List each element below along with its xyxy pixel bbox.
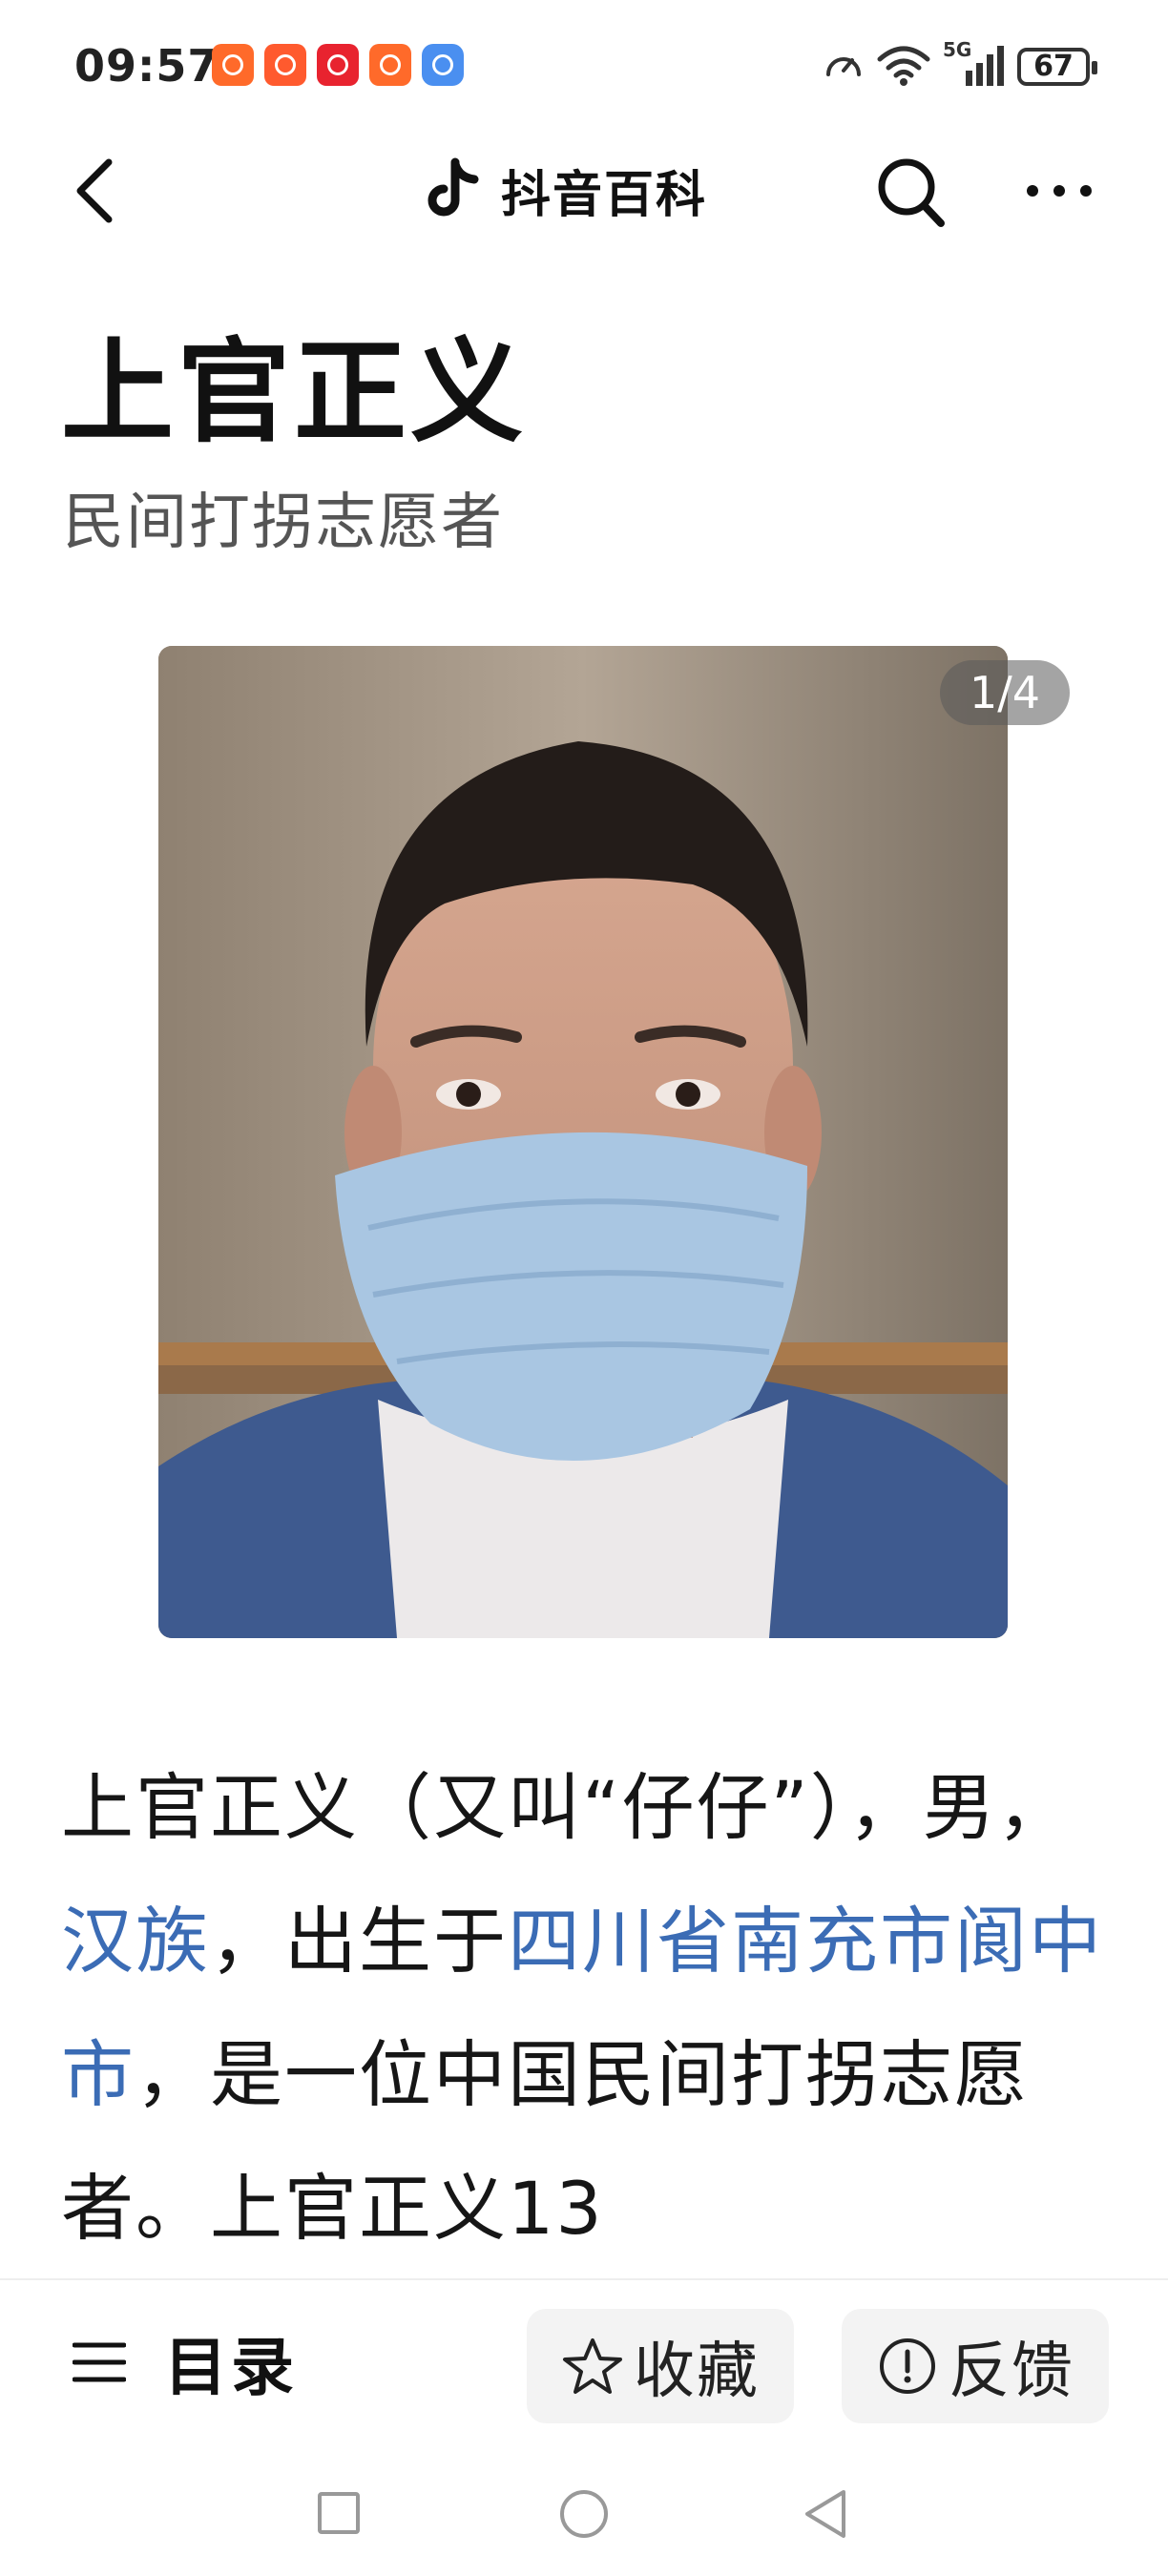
back-arrow-icon[interactable] — [67, 143, 124, 239]
top-nav-bar: 抖音百科 — [0, 134, 1168, 248]
status-bar: 09:57 5G 67 — [0, 0, 1168, 134]
search-icon[interactable] — [868, 143, 954, 239]
system-nav-bar — [0, 2442, 1168, 2576]
menu-icon — [73, 2342, 126, 2382]
bottom-toolbar: 目录 收藏 反馈 — [0, 2278, 1168, 2433]
feedback-label: 反馈 — [949, 2337, 1074, 2407]
alert-icon — [880, 2338, 935, 2394]
battery-level: 67 — [1033, 50, 1074, 83]
speed-icon — [826, 57, 861, 76]
more-icon[interactable] — [1021, 143, 1097, 239]
brand-name: 抖音百科 — [501, 166, 708, 224]
favorite-button[interactable]: 收藏 — [527, 2309, 794, 2423]
battery-icon: 67 — [1017, 48, 1097, 86]
page-title: 上官正义 — [61, 326, 528, 458]
intro-text: ，是一位中国民间打拐志愿者。上官正义13 — [61, 2032, 1029, 2251]
home-icon[interactable] — [560, 2490, 608, 2538]
app-notification-icon — [317, 44, 359, 86]
douyin-logo-icon — [428, 157, 479, 217]
brand-title: 抖音百科 — [425, 147, 707, 233]
signal-icon — [966, 46, 1004, 86]
wifi-icon — [877, 46, 930, 86]
status-time: 09:57 — [74, 40, 219, 92]
toc-label: 目录 — [164, 2331, 298, 2404]
intro-text: ，出生于 — [210, 1899, 508, 1984]
link-ethnicity[interactable]: 汉族 — [61, 1899, 210, 1984]
app-notification-icon — [369, 44, 411, 86]
page-subtitle: 民间打拐志愿者 — [63, 488, 504, 558]
photo-counter: 1/4 — [940, 660, 1070, 725]
toc-button[interactable]: 目录 — [73, 2324, 298, 2404]
favorite-label: 收藏 — [634, 2337, 760, 2407]
nav-back-icon[interactable] — [802, 2486, 849, 2542]
intro-text: 上官正义（又叫“仔仔”），男， — [61, 1765, 1072, 1850]
message-icon — [422, 44, 464, 86]
feedback-button[interactable]: 反馈 — [842, 2309, 1109, 2423]
recent-apps-icon[interactable] — [318, 2492, 360, 2534]
portrait-photo[interactable] — [158, 646, 1008, 1638]
app-notification-icon — [212, 44, 254, 86]
intro-paragraph: 上官正义（又叫“仔仔”），男，汉族，出生于四川省南充市阆中市，是一位中国民间打拐… — [61, 1741, 1111, 2275]
star-icon — [563, 2338, 622, 2394]
app-notification-icon — [264, 44, 306, 86]
